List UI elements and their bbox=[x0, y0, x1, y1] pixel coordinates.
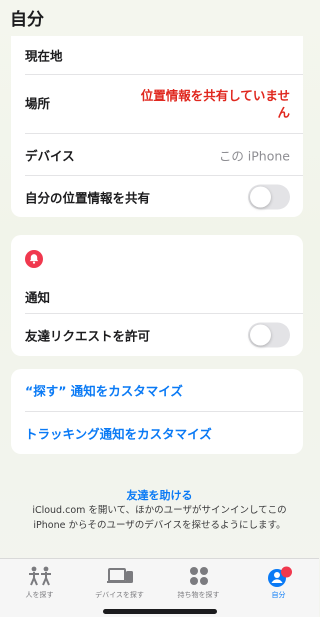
tab-me[interactable]: 自分 bbox=[239, 559, 318, 605]
location-card: 現在地 場所 位置情報を共有していません デバイス この iPhone 自分の位… bbox=[11, 36, 303, 217]
tab-me-label: 自分 bbox=[271, 591, 286, 599]
tab-people[interactable]: 人を探す bbox=[0, 559, 79, 605]
help-friend-link[interactable]: 友達を助ける bbox=[0, 487, 319, 503]
customize-find-link[interactable]: “探す” 通知をカスタマイズ bbox=[25, 381, 183, 400]
tab-people-label: 人を探す bbox=[25, 591, 54, 599]
customize-find-row[interactable]: “探す” 通知をカスタマイズ bbox=[25, 369, 303, 412]
page-title: 自分 bbox=[10, 10, 44, 30]
customize-tracking-link[interactable]: トラッキング通知をカスタマイズ bbox=[25, 424, 212, 443]
tab-devices-label: デバイスを探す bbox=[95, 591, 144, 599]
toggle-knob bbox=[250, 186, 271, 207]
share-location-label: 自分の位置情報を共有 bbox=[25, 190, 151, 205]
friend-request-row: 友達リクエストを許可 bbox=[25, 314, 303, 356]
customize-tracking-row[interactable]: トラッキング通知をカスタマイズ bbox=[25, 412, 303, 454]
device-value: この iPhone bbox=[218, 148, 290, 163]
share-location-toggle[interactable] bbox=[248, 184, 290, 209]
current-location-label: 現在地 bbox=[25, 48, 63, 64]
place-row: 場所 位置情報を共有していません bbox=[25, 75, 303, 134]
devices-icon bbox=[106, 568, 133, 583]
people-icon bbox=[28, 566, 51, 586]
help-friend-description: iCloud.com を開いて、ほかのユーザがサインインしてこの iPhone … bbox=[32, 505, 287, 531]
notify-title-row: 通知 bbox=[25, 235, 303, 314]
home-indicator bbox=[103, 609, 217, 614]
tab-items-label: 持ち物を探す bbox=[177, 591, 220, 599]
device-row[interactable]: デバイス この iPhone bbox=[25, 134, 303, 176]
header: 自分 bbox=[0, 0, 319, 36]
place-label: 場所 bbox=[25, 96, 51, 111]
toggle-knob bbox=[250, 324, 271, 346]
device-label: デバイス bbox=[25, 148, 75, 163]
notification-card: 通知 友達リクエストを許可 bbox=[11, 235, 303, 356]
friend-request-toggle[interactable] bbox=[248, 322, 290, 348]
items-icon bbox=[189, 567, 208, 585]
me-icon bbox=[267, 566, 292, 587]
place-status: 位置情報を共有していません bbox=[140, 88, 290, 120]
current-location-row: 現在地 bbox=[25, 36, 303, 75]
tab-devices[interactable]: デバイスを探す bbox=[80, 559, 159, 605]
friend-request-label: 友達リクエストを許可 bbox=[25, 328, 151, 344]
notify-title: 通知 bbox=[25, 290, 51, 305]
tab-items[interactable]: 持ち物を探す bbox=[159, 559, 238, 605]
notification-links-card: “探す” 通知をカスタマイズ トラッキング通知をカスタマイズ bbox=[11, 369, 303, 454]
share-location-row: 自分の位置情報を共有 bbox=[25, 176, 303, 217]
